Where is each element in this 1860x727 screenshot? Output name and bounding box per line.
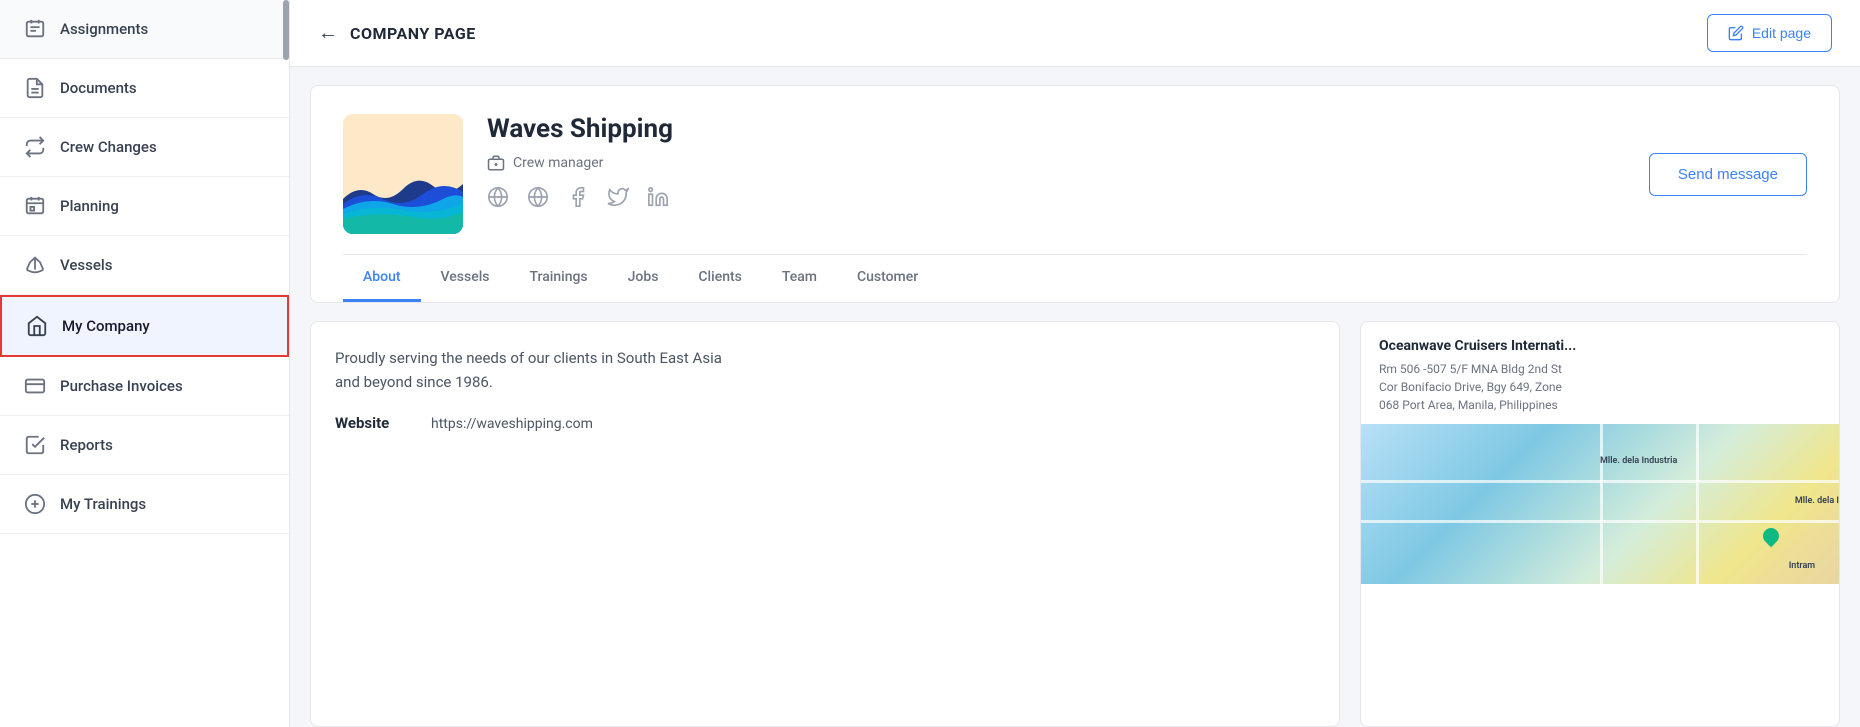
tab-customer[interactable]: Customer [837,255,938,302]
crew-manager-label: Crew manager [513,155,603,171]
map-label-3: Intram [1789,561,1815,571]
sidebar-item-planning[interactable]: Planning [0,177,289,236]
crew-manager-icon [487,154,505,172]
company-logo [343,114,463,234]
website-label: Website [335,414,415,432]
map-road-vertical [1600,424,1603,584]
twitter-icon[interactable] [607,186,629,213]
sidebar-item-label: Vessels [60,256,112,274]
tab-team[interactable]: Team [762,255,837,302]
tab-jobs[interactable]: Jobs [608,255,679,302]
about-description: Proudly serving the needs of our clients… [335,346,1315,394]
edit-page-button[interactable]: Edit page [1707,14,1832,52]
company-header: Waves Shipping Crew manager [343,114,1807,234]
sidebar-item-assignments[interactable]: Assignments [0,0,289,59]
map-label-2: Mlle. dela I [1795,496,1839,506]
sidebar-item-vessels[interactable]: Vessels [0,236,289,295]
info-card-header: Oceanwave Cruisers Internati... Rm 506 -… [1361,322,1839,424]
map-pin [1760,525,1783,548]
address-line3: 068 Port Area, Manila, Philippines [1379,398,1558,412]
facebook-icon[interactable] [567,186,589,213]
address-line2: Cor Bonifacio Drive, Bgy 649, Zone [1379,380,1562,394]
tab-vessels[interactable]: Vessels [421,255,510,302]
info-card-address: Rm 506 -507 5/F MNA Bldg 2nd St Cor Boni… [1379,360,1821,414]
edit-icon [1728,25,1744,41]
sidebar-item-label: Planning [60,197,119,215]
tab-clients[interactable]: Clients [678,255,761,302]
company-card: Waves Shipping Crew manager [310,85,1840,303]
company-tabs: About Vessels Trainings Jobs Clients Tea… [343,254,1807,302]
documents-icon [24,77,46,99]
map-label-1: Mlle. dela Industria [1600,456,1677,466]
sidebar-item-purchase-invoices[interactable]: Purchase Invoices [0,357,289,416]
address-line1: Rm 506 -507 5/F MNA Bldg 2nd St [1379,362,1562,376]
back-button[interactable]: ← [318,22,338,45]
vessels-icon [24,254,46,276]
sidebar-item-label: Purchase Invoices [60,377,183,395]
company-role: Crew manager [487,154,1625,172]
my-trainings-icon [24,493,46,515]
company-socials [487,186,1625,213]
my-company-icon [26,315,48,337]
tab-about[interactable]: About [343,255,421,302]
content-area: Proudly serving the needs of our clients… [310,321,1840,727]
purchase-invoices-icon [24,375,46,397]
website-icon-1[interactable] [487,186,509,213]
sidebar-item-label: Reports [60,436,113,454]
edit-page-label: Edit page [1752,25,1811,41]
company-info: Waves Shipping Crew manager [487,114,1625,213]
sidebar-item-reports[interactable]: Reports [0,416,289,475]
sidebar-item-label: Assignments [60,20,148,38]
sidebar-item-my-trainings[interactable]: My Trainings [0,475,289,534]
sidebar-item-label: Crew Changes [60,138,157,156]
main-content: ← COMPANY PAGE Edit page [290,0,1860,727]
reports-icon [24,434,46,456]
crew-changes-icon [24,136,46,158]
sidebar-item-my-company[interactable]: My Company [0,295,289,357]
topbar: ← COMPANY PAGE Edit page [290,0,1860,67]
info-card-title: Oceanwave Cruisers Internati... [1379,338,1821,354]
map-placeholder[interactable]: Mlle. dela Industria Mlle. dela I Intram [1361,424,1839,584]
about-section: Proudly serving the needs of our clients… [310,321,1340,727]
company-name: Waves Shipping [487,114,1625,144]
page-title: COMPANY PAGE [350,24,476,43]
sidebar: Assignments Documents Crew Changes Plann… [0,0,290,727]
sidebar-item-documents[interactable]: Documents [0,59,289,118]
planning-icon [24,195,46,217]
website-field: Website https://waveshipping.com [335,414,1315,432]
scrollbar-thumb[interactable] [283,0,289,60]
map-road-vertical-2 [1696,424,1699,584]
linkedin-icon[interactable] [647,186,669,213]
sidebar-item-label: My Company [62,317,150,335]
sidebar-item-label: My Trainings [60,495,146,513]
website-value: https://waveshipping.com [431,416,593,432]
send-message-button[interactable]: Send message [1649,153,1807,196]
info-card: Oceanwave Cruisers Internati... Rm 506 -… [1360,321,1840,727]
topbar-left: ← COMPANY PAGE [318,22,476,45]
assignments-icon [24,18,46,40]
sidebar-item-label: Documents [60,79,137,97]
website-icon-2[interactable] [527,186,549,213]
tab-trainings[interactable]: Trainings [509,255,607,302]
sidebar-item-crew-changes[interactable]: Crew Changes [0,118,289,177]
